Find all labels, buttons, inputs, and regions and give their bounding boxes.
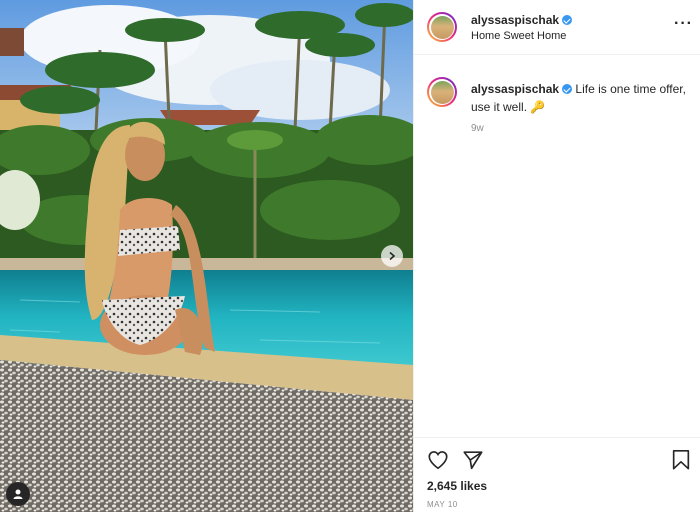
like-count[interactable]: 2,645 likes (427, 479, 487, 493)
post-caption: alyssaspischak Life is one time offer, u… (471, 80, 691, 116)
avatar-ring (429, 14, 455, 40)
tagged-users-button[interactable] (6, 482, 30, 506)
caption-avatar-image (430, 80, 454, 104)
caption-username[interactable]: alyssaspischak (471, 82, 573, 96)
avatar-image (430, 15, 454, 39)
caption-timestamp[interactable]: 9w (471, 123, 484, 134)
caption-username-text[interactable]: alyssaspischak (471, 82, 559, 96)
location-link[interactable]: Home Sweet Home (471, 30, 566, 42)
save-button[interactable] (671, 449, 691, 476)
chevron-right-icon (389, 251, 396, 261)
avatar[interactable] (427, 12, 457, 42)
heart-icon (428, 451, 448, 470)
next-photo-button[interactable] (381, 245, 403, 267)
action-bar (414, 437, 700, 470)
photo-illustration (0, 0, 413, 512)
post-date[interactable]: MAY 10 (427, 500, 458, 509)
user-icon (13, 489, 23, 499)
like-button[interactable] (427, 449, 449, 476)
post-photo[interactable] (0, 0, 413, 512)
more-options-button[interactable]: ··· (674, 15, 693, 33)
header-username-text[interactable]: alyssaspischak (471, 13, 559, 27)
post-header: alyssaspischak Home Sweet Home ··· (414, 0, 700, 55)
verified-badge-icon (562, 84, 573, 94)
post-details-panel: alyssaspischak Home Sweet Home ··· alyss… (413, 0, 700, 512)
header-username[interactable]: alyssaspischak (471, 13, 573, 27)
caption-avatar[interactable] (427, 77, 457, 107)
verified-badge-icon (562, 15, 573, 25)
paper-plane-icon (463, 451, 483, 470)
caption-avatar-ring (429, 79, 455, 105)
share-button[interactable] (462, 449, 484, 476)
bookmark-icon (672, 450, 690, 470)
